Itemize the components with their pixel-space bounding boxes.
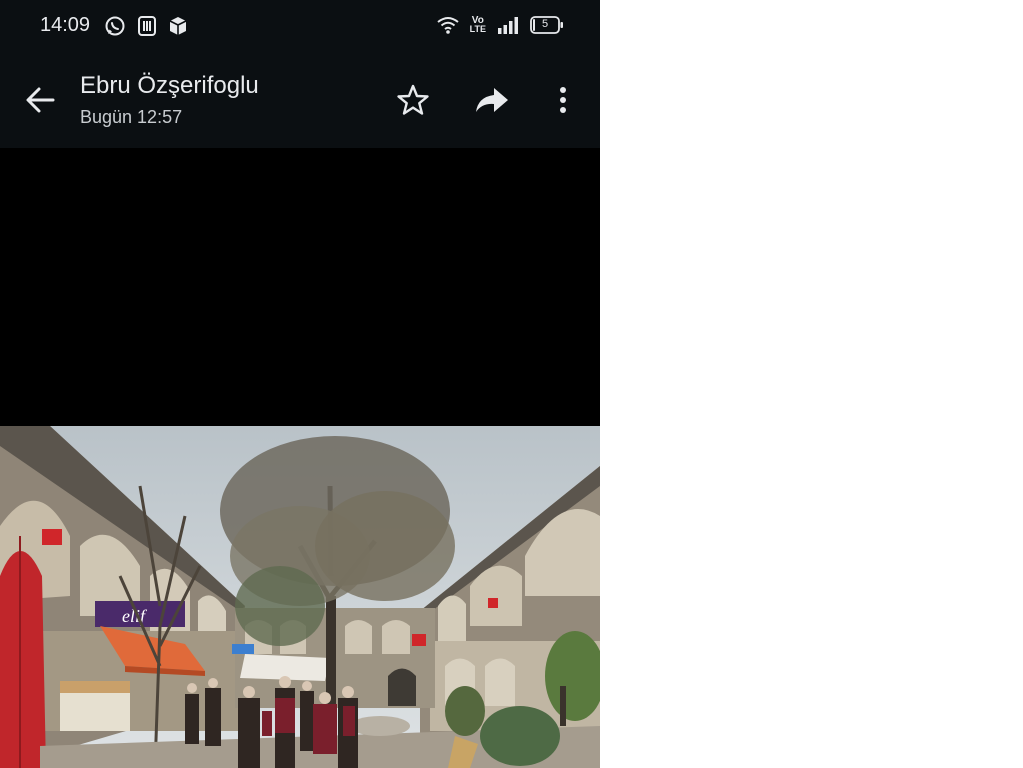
- back-button[interactable]: [22, 82, 58, 118]
- contact-name[interactable]: Ebru Özşerifoglu: [80, 72, 259, 100]
- image-viewer-screen: 14:09 Vo LTE 5 Ebru Özşerifoglu Bugün 12…: [0, 0, 600, 768]
- message-timestamp: Bugün 12:57: [80, 107, 183, 127]
- status-left-icons: [104, 15, 188, 37]
- box-icon: [168, 15, 188, 37]
- more-vert-icon: [560, 87, 566, 113]
- star-button[interactable]: [395, 82, 431, 118]
- courtyard-photo: elif: [0, 426, 600, 768]
- more-options-button[interactable]: [545, 82, 581, 118]
- viewer-header: Ebru Özşerifoglu Bugün 12:57: [0, 52, 600, 148]
- wifi-icon: [436, 15, 460, 35]
- battery-icon: 5: [530, 15, 564, 35]
- sim-icon: [136, 15, 158, 37]
- whatsapp-icon: [104, 15, 126, 37]
- volte-bottom-label: LTE: [469, 24, 486, 34]
- volte-icon: Vo LTE: [470, 16, 486, 34]
- photo-image[interactable]: elif: [0, 426, 600, 768]
- signal-icon: [496, 15, 520, 35]
- status-time: 14:09: [40, 14, 91, 36]
- media-letterbox: [0, 148, 600, 426]
- star-icon: [397, 84, 429, 115]
- forward-button[interactable]: [474, 82, 510, 118]
- status-bar: 14:09 Vo LTE 5: [0, 0, 600, 52]
- status-right-icons: Vo LTE 5: [436, 15, 564, 35]
- share-icon: [476, 88, 508, 112]
- back-icon: [26, 87, 55, 113]
- battery-level: 5: [541, 18, 549, 30]
